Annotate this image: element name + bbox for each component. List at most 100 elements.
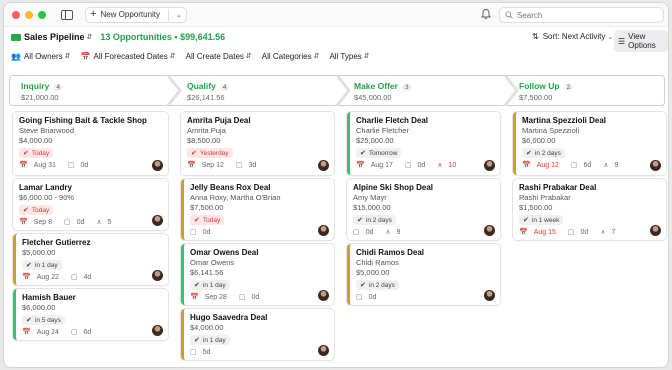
chevron-icon: ⇵ bbox=[64, 53, 71, 60]
search-input[interactable] bbox=[517, 10, 657, 20]
filter-forecasted-dates[interactable]: 📅 All Forecasted Dates ⇵ bbox=[81, 52, 176, 61]
card-amount: $6,000.00 - 90% bbox=[19, 193, 75, 202]
stage-count: 3 bbox=[401, 84, 412, 91]
activity-badge[interactable]: ✔ in 2 days bbox=[522, 148, 565, 158]
calendar-icon: 📅 bbox=[519, 229, 528, 236]
filter-categories[interactable]: All Categories ⇵ bbox=[262, 52, 320, 61]
activity-badge[interactable]: ✔ Today bbox=[19, 148, 54, 158]
sidebar-toggle-icon[interactable] bbox=[61, 9, 73, 20]
activity-badge[interactable]: ✔ in 1 day bbox=[190, 335, 230, 345]
opportunity-card[interactable]: Charlie Fletch Deal Charlie Fletcher $25… bbox=[347, 112, 500, 175]
pipeline-chevron-icon[interactable]: ⇵ bbox=[87, 33, 93, 41]
stage-qualify[interactable]: Qualify 4 $26,141.56 bbox=[175, 75, 335, 106]
stage-inquiry[interactable]: Inquiry 4 $21,000.00 bbox=[9, 75, 169, 106]
search-field[interactable] bbox=[499, 7, 664, 23]
opportunity-card[interactable]: Going Fishing Bait & Tackle Shop Steve B… bbox=[13, 112, 168, 175]
card-amount: $6,000.00 bbox=[522, 136, 556, 145]
stage-make-offer[interactable]: Make Offer 3 $45,000.00 bbox=[342, 75, 502, 106]
activity-badge[interactable]: ✔ in 1 day bbox=[190, 280, 230, 290]
activity-badge[interactable]: ✔ Tomorrow bbox=[356, 148, 402, 158]
title-bar: + New Opportunity ⌄ bbox=[4, 3, 668, 27]
activity-badge[interactable]: ✔ in 1 week bbox=[519, 215, 564, 225]
card-amount: $25,000.00 bbox=[356, 136, 394, 145]
filter-types[interactable]: All Types ⇵ bbox=[329, 52, 369, 61]
card-contact: Amy Mayr bbox=[353, 193, 387, 202]
card-amount: $5,000.00 bbox=[22, 248, 56, 257]
activity-badge[interactable]: ✔ in 5 days bbox=[22, 315, 65, 325]
divider bbox=[168, 8, 170, 21]
pipeline-selector[interactable]: Sales Pipeline bbox=[24, 32, 85, 42]
forecast-date: Aug 22 bbox=[36, 273, 59, 281]
activity-badge[interactable]: ✔ in 2 days bbox=[356, 280, 399, 290]
opportunity-card[interactable]: Amrita Puja Deal Amrita Puja $8,500.00 ✔… bbox=[181, 112, 334, 175]
avatar bbox=[484, 225, 495, 236]
opportunity-card[interactable]: Hugo Saavedra Deal $4,000.00 ✔ in 1 day ▢… bbox=[181, 309, 334, 360]
opportunity-card[interactable]: Jelly Beans Rox Deal Anna Roxy, Martha O… bbox=[181, 179, 334, 240]
filter-create-dates[interactable]: All Create Dates ⇵ bbox=[186, 52, 252, 61]
message-icon: ▢ bbox=[190, 349, 197, 356]
activity-label: Today bbox=[31, 206, 50, 214]
bell-icon[interactable] bbox=[480, 8, 492, 20]
check-icon: ✔ bbox=[191, 150, 197, 157]
check-icon: ✔ bbox=[23, 207, 29, 214]
pipeline-header: Sales Pipeline ⇵ 13 Opportunities • $99,… bbox=[4, 27, 668, 52]
card-amount: $4,000.00 bbox=[190, 323, 224, 332]
view-options-button[interactable]: ☰ View Options bbox=[614, 30, 668, 52]
card-amount: $8,500.00 bbox=[187, 136, 221, 145]
stage-count: 4 bbox=[53, 84, 63, 91]
priority-count: 7 bbox=[611, 228, 616, 236]
avatar bbox=[650, 225, 661, 236]
card-title: Alpine Ski Shop Deal bbox=[353, 183, 434, 192]
activity-badge[interactable]: ✔ in 1 day bbox=[22, 260, 62, 270]
close-window-button[interactable] bbox=[12, 10, 20, 19]
activity-badge[interactable]: ✔ Yesterday bbox=[187, 148, 233, 158]
opportunity-card[interactable]: Omar Owens Deal Omar Owens $6,141.56 ✔ in… bbox=[181, 244, 334, 305]
chevron-down-icon[interactable]: ⌄ bbox=[176, 11, 182, 19]
activity-badge[interactable]: ✔ Today bbox=[190, 215, 225, 225]
stage-age: 0d bbox=[251, 293, 260, 301]
check-icon: ✔ bbox=[23, 150, 29, 157]
filter-categories-label: All Categories bbox=[261, 51, 312, 61]
card-amount: $15,000.00 bbox=[353, 203, 391, 212]
forecast-date: Aug 17 bbox=[370, 161, 393, 169]
priority-count: 10 bbox=[448, 161, 457, 169]
stage-amount: $26,141.56 bbox=[187, 93, 225, 102]
opportunity-card[interactable]: Fletcher Gutierrez $5,000.00 ✔ in 1 day 📅… bbox=[13, 234, 168, 285]
stage-amount: $45,000.00 bbox=[354, 93, 392, 102]
zoom-window-button[interactable] bbox=[38, 10, 46, 19]
filter-types-label: All Types bbox=[329, 51, 362, 61]
sort-icon: ⇅ bbox=[532, 32, 539, 41]
app-window: + New Opportunity ⌄ Sales Pipeline ⇵ 13 … bbox=[3, 2, 669, 368]
forecast-date: Aug 31 bbox=[33, 161, 56, 169]
check-icon: ✔ bbox=[357, 217, 363, 224]
stage-count: 2 bbox=[563, 84, 574, 91]
search-icon bbox=[505, 11, 513, 19]
filter-owners[interactable]: 👥 All Owners ⇵ bbox=[11, 52, 71, 61]
opportunity-card[interactable]: Hamish Bauer $6,000.00 ✔ in 5 days 📅 Aug 2… bbox=[13, 289, 168, 340]
chevron-icon: ⇵ bbox=[169, 53, 176, 60]
new-opportunity-button[interactable]: + New Opportunity ⌄ bbox=[85, 6, 187, 23]
opportunity-card[interactable]: Alpine Ski Shop Deal Amy Mayr $15,000.00… bbox=[347, 179, 500, 240]
stage-name: Qualify bbox=[187, 81, 216, 91]
sort-button[interactable]: ⇅ Sort: Next Activity ⌄ bbox=[532, 32, 613, 41]
view-options-label: View Options bbox=[628, 32, 656, 50]
activity-label: Today bbox=[202, 216, 221, 224]
priority-count: 9 bbox=[614, 161, 619, 169]
check-icon: ✔ bbox=[360, 150, 366, 157]
opportunity-card[interactable]: Lamar Landry $6,000.00 - 90% ✔ Today 📅 Sep… bbox=[13, 179, 168, 230]
priority-icon: ∧ bbox=[603, 162, 609, 169]
activity-label: in 5 days bbox=[34, 316, 61, 324]
opportunity-card[interactable]: Chidi Ramos Deal Chidi Ramos $5,000.00 ✔… bbox=[347, 244, 500, 305]
activity-label: in 1 day bbox=[202, 336, 226, 344]
minimize-window-button[interactable] bbox=[25, 10, 33, 19]
calendar-icon: 📅 bbox=[19, 162, 28, 169]
stage-follow-up[interactable]: Follow Up 2 $7,500.00 bbox=[507, 75, 657, 106]
opportunity-card[interactable]: Rashi Prabakar Deal Rashi Prabakar $1,50… bbox=[513, 179, 666, 240]
opportunity-card[interactable]: Martina Spezzioli Deal Martina Spezzioli… bbox=[513, 112, 666, 175]
activity-badge[interactable]: ✔ Today bbox=[19, 205, 54, 215]
forecast-date: Sep 12 bbox=[201, 161, 224, 169]
priority-icon: ∧ bbox=[437, 162, 443, 169]
activity-badge[interactable]: ✔ in 2 days bbox=[353, 215, 396, 225]
activity-label: Yesterday bbox=[199, 149, 229, 157]
stage-amount: $7,500.00 bbox=[519, 93, 553, 102]
